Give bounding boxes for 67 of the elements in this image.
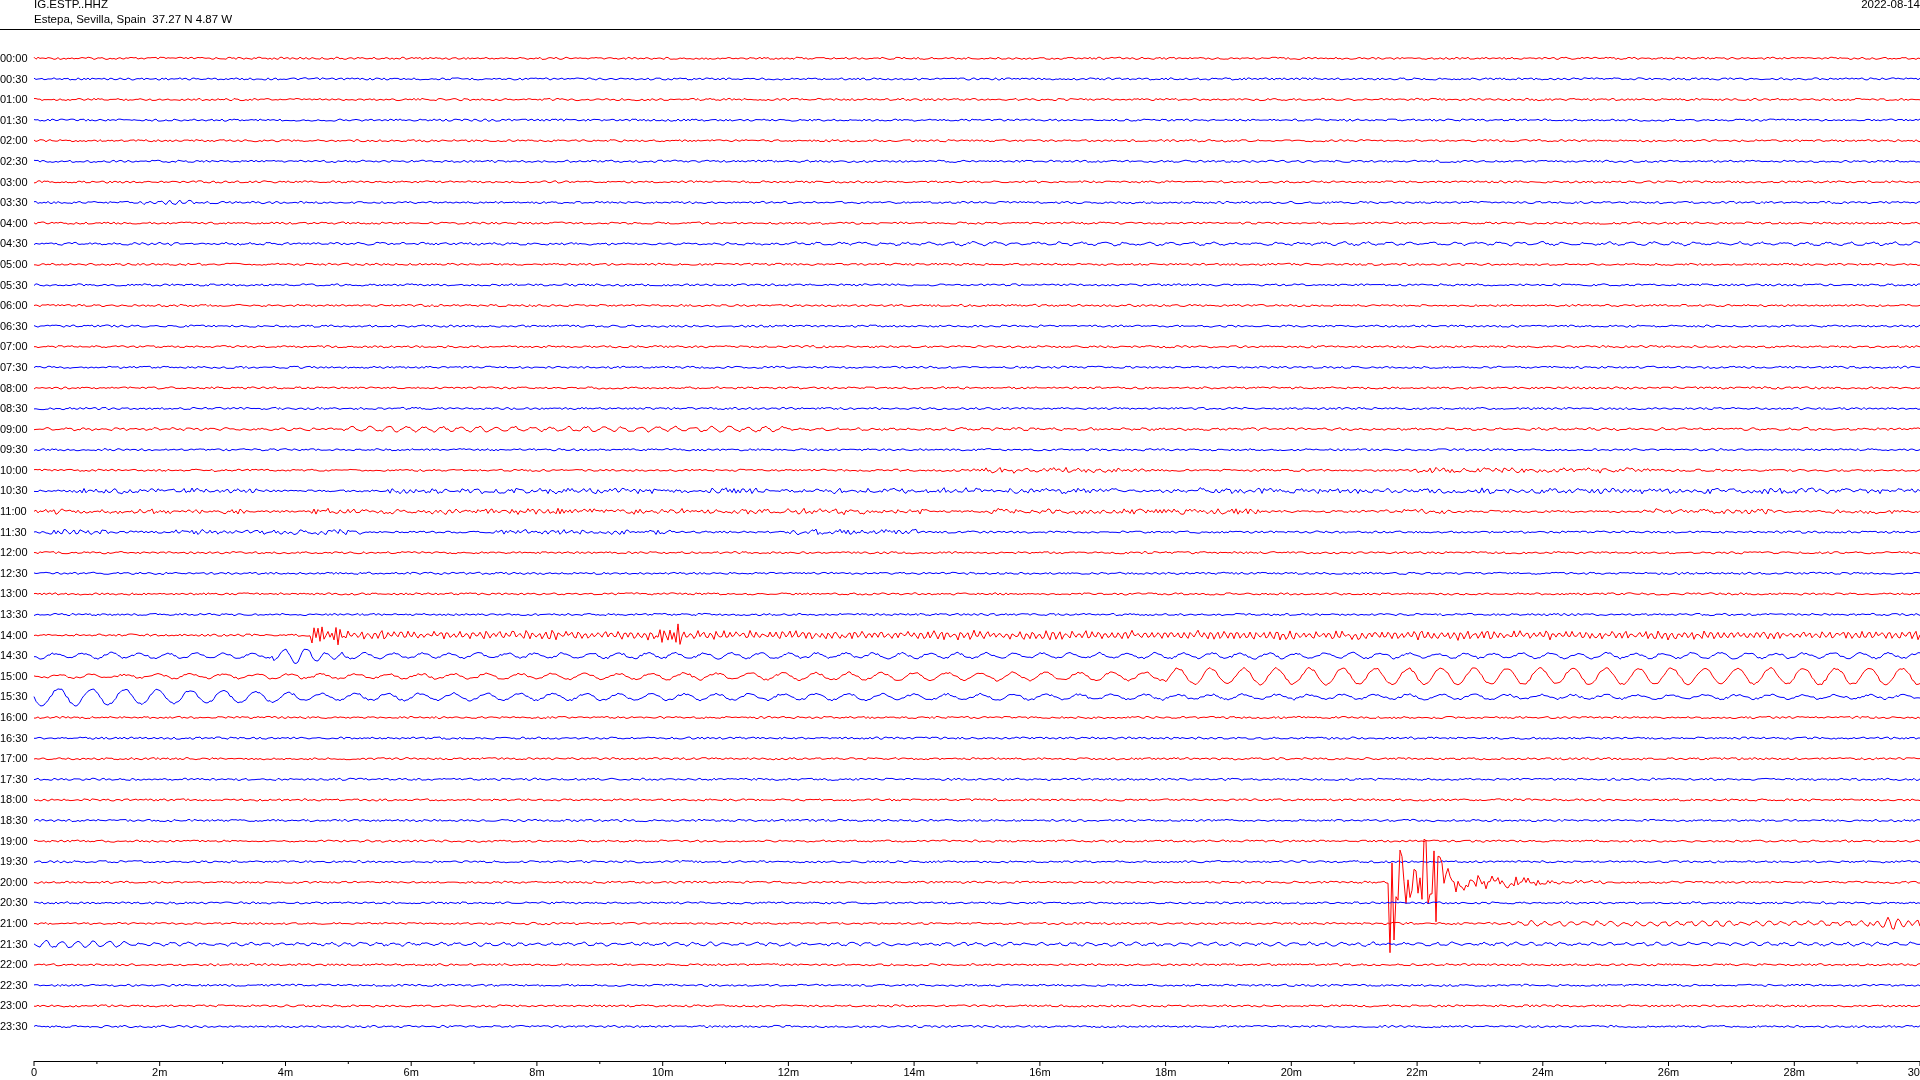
time-label: 09:00 [0, 421, 29, 437]
time-label: 18:30 [0, 812, 29, 828]
time-label: 12:30 [0, 565, 29, 581]
time-label: 04:00 [0, 215, 29, 231]
time-label: 17:00 [0, 751, 29, 767]
time-label: 16:30 [0, 730, 29, 746]
time-label: 08:00 [0, 380, 29, 396]
plot-date: 2022-08-14 [1861, 0, 1920, 11]
axis-label: 18m [1154, 1066, 1177, 1078]
axis-label: 30 [1907, 1066, 1920, 1078]
axis-label: 22m [1406, 1066, 1428, 1078]
time-label: 01:00 [0, 92, 29, 108]
station-location: Estepa, Sevilla, Spain 37.27 N 4.87 W [34, 13, 233, 26]
time-label: 14:30 [0, 648, 29, 664]
time-label: 15:30 [0, 689, 29, 705]
axis-label: 16m [1029, 1066, 1051, 1078]
time-label: 13:30 [0, 607, 29, 623]
time-label: 01:30 [0, 112, 29, 128]
time-label: 06:30 [0, 318, 29, 334]
axis-label: 4m [277, 1066, 294, 1078]
time-label: 16:00 [0, 710, 29, 725]
time-label: 19:30 [0, 854, 29, 870]
time-label: 22:00 [0, 957, 29, 973]
time-label: 04:30 [0, 236, 29, 252]
time-label: 10:30 [0, 483, 29, 499]
time-label: 06:00 [0, 298, 29, 314]
axis-label: 0 [30, 1066, 38, 1078]
axis-label: 2m [152, 1066, 168, 1078]
time-label: 12:00 [0, 545, 29, 561]
time-label: 03:30 [0, 195, 29, 211]
axis-label: 26m [1657, 1066, 1680, 1078]
time-label: 09:30 [0, 442, 29, 458]
time-label: 03:00 [0, 174, 29, 190]
time-label: 19:00 [0, 833, 29, 849]
axis-label: 10m [651, 1066, 674, 1078]
time-label: 18:00 [0, 792, 29, 808]
axis-label: 6m [403, 1066, 419, 1078]
time-label: 10:00 [0, 462, 29, 478]
axis-label: 14m [903, 1066, 925, 1078]
time-label: 22:30 [0, 977, 29, 993]
time-label: 00:00 [0, 51, 29, 66]
axis-label: 24m [1532, 1066, 1554, 1078]
time-label: 02:00 [0, 133, 29, 149]
time-label: 07:00 [0, 339, 29, 355]
axis-label: 8m [529, 1066, 545, 1078]
time-label: 23:30 [0, 1018, 29, 1034]
time-label: 00:30 [0, 71, 29, 87]
axis-label: 20m [1280, 1066, 1303, 1078]
time-label: 20:00 [0, 874, 29, 890]
time-label: 13:00 [0, 586, 29, 602]
axis-label: 12m [777, 1066, 800, 1078]
time-label: 20:30 [0, 895, 29, 911]
time-label: 21:30 [0, 936, 29, 952]
time-label: 07:30 [0, 359, 29, 375]
time-label: 05:30 [0, 277, 29, 293]
time-label: 08:30 [0, 401, 29, 417]
station-code: IG.ESTP..HHZ [34, 0, 109, 11]
time-label: 02:30 [0, 153, 29, 169]
time-label: 11:00 [0, 504, 28, 520]
time-label: 11:30 [0, 524, 28, 540]
axis-label: 28m [1783, 1066, 1805, 1078]
time-label: 21:00 [0, 915, 29, 931]
time-label: 14:00 [0, 627, 29, 643]
time-label: 17:30 [0, 771, 29, 787]
time-label: 23:00 [0, 998, 29, 1014]
time-label: 05:00 [0, 256, 29, 272]
time-label: 15:00 [0, 668, 29, 684]
